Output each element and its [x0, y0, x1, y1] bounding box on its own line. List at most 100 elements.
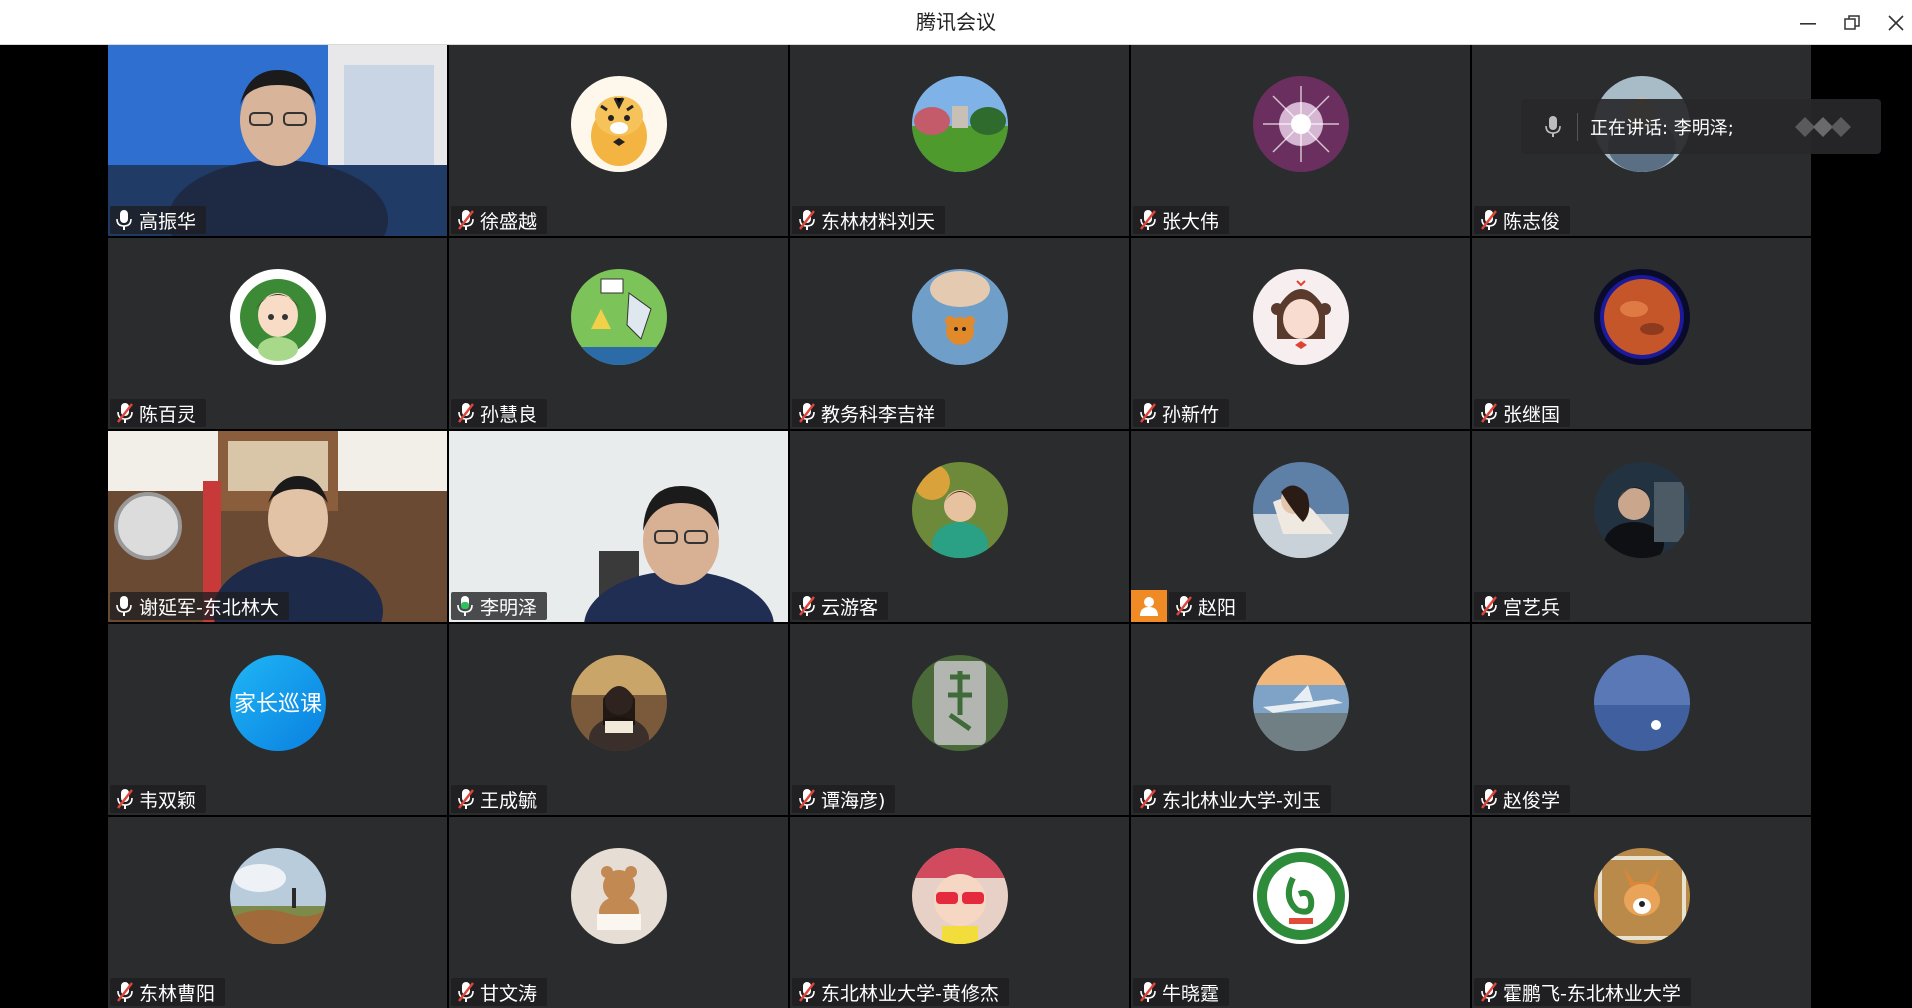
- name-tag: 赵阳: [1169, 592, 1247, 620]
- name-tag: 张大伟: [1133, 206, 1230, 234]
- microphone-muted-icon: [457, 788, 475, 810]
- cartoon-ok-avatar: [570, 269, 667, 365]
- photo-avatar: [1252, 462, 1349, 558]
- microphone-muted-icon: [116, 402, 134, 424]
- close-icon: [1888, 14, 1904, 31]
- user-icon: [1131, 590, 1167, 622]
- close-button[interactable]: [1874, 0, 1912, 45]
- name-tag: 陈百灵: [110, 399, 207, 427]
- participant-tile[interactable]: 宫艺兵: [1472, 431, 1811, 622]
- name-tag: 赵俊学: [1474, 785, 1571, 813]
- microphone-muted-icon: [1139, 402, 1157, 424]
- participant-tile[interactable]: 张大伟: [1131, 45, 1470, 236]
- name-tag: 东林材料刘天: [792, 206, 946, 234]
- photo-avatar: [911, 462, 1008, 558]
- participant-tile[interactable]: 霍鹏飞-东北林业大学: [1472, 817, 1811, 1008]
- microphone-muted-icon: [798, 981, 816, 1003]
- participant-tile-speaking[interactable]: 李明泽: [449, 431, 788, 622]
- participant-tile[interactable]: 甘文涛: [449, 817, 788, 1008]
- participant-tile[interactable]: 赵俊学: [1472, 624, 1811, 815]
- participant-tile[interactable]: 谭海彦): [790, 624, 1129, 815]
- microphone-muted-icon: [457, 981, 475, 1003]
- name-tag: 东北林业大学-刘玉: [1133, 785, 1331, 813]
- microphone-muted-icon: [457, 209, 475, 231]
- microphone-muted-icon: [798, 209, 816, 231]
- participant-tile[interactable]: 云游客: [790, 431, 1129, 622]
- participant-tile[interactable]: 家长巡课 韦双颖: [108, 624, 447, 815]
- school-emblem-avatar: [1252, 848, 1349, 944]
- restore-button[interactable]: [1830, 0, 1874, 45]
- microphone-muted-icon: [798, 788, 816, 810]
- tiger-cartoon-avatar: [570, 76, 667, 172]
- name-tag: 韦双颖: [110, 785, 207, 813]
- title-bar: 腾讯会议: [0, 0, 1912, 45]
- window-title: 腾讯会议: [916, 10, 996, 34]
- name-tag: 云游客: [792, 592, 889, 620]
- microphone-muted-icon: [1139, 788, 1157, 810]
- landscape-avatar: [229, 848, 326, 944]
- reading-woman-avatar: [570, 655, 667, 751]
- cartoon-girl-avatar: [229, 269, 326, 365]
- microphone-muted-icon: [1480, 981, 1498, 1003]
- microphone-icon: [116, 595, 134, 617]
- airplane-sunset-avatar: [1252, 655, 1349, 751]
- meeting-stage: 高振华 徐盛越 东林材料刘天 张大伟 陈志俊 陈百灵 孙慧良 教务科李吉祥 孙新…: [0, 45, 1912, 1008]
- participant-tile[interactable]: 谢延军-东北林大: [108, 431, 447, 622]
- participant-tile[interactable]: 徐盛越: [449, 45, 788, 236]
- name-tag: 甘文涛: [451, 978, 548, 1006]
- microphone-icon: [116, 209, 134, 231]
- restore-icon: [1844, 14, 1860, 30]
- participant-tile[interactable]: 张继国: [1472, 238, 1811, 429]
- name-tag: 东林曹阳: [110, 978, 226, 1006]
- participant-tile[interactable]: 东北林业大学-黄修杰: [790, 817, 1129, 1008]
- participant-tile[interactable]: 王成毓: [449, 624, 788, 815]
- divider: [1577, 112, 1578, 141]
- name-tag: 张继国: [1474, 399, 1571, 427]
- microphone-muted-icon: [1480, 209, 1498, 231]
- name-tag: 徐盛越: [451, 206, 548, 234]
- microphone-icon: [1535, 115, 1571, 139]
- microphone-muted-icon: [1139, 981, 1157, 1003]
- participant-tile[interactable]: 孙慧良: [449, 238, 788, 429]
- name-tag: 孙新竹: [1133, 399, 1230, 427]
- child-sunglasses-avatar: [911, 848, 1008, 944]
- tencent-meeting-logo-icon: [1791, 113, 1863, 145]
- participant-grid: 高振华 徐盛越 东林材料刘天 张大伟 陈志俊 陈百灵 孙慧良 教务科李吉祥 孙新…: [108, 45, 1811, 1008]
- bear-sweater-avatar: [911, 269, 1008, 365]
- participant-tile[interactable]: 牛晓霆: [1131, 817, 1470, 1008]
- parent-inspection-avatar: 家长巡课: [229, 655, 326, 751]
- name-tag: 谢延军-东北林大: [110, 592, 289, 620]
- name-tag: 东北林业大学-黄修杰: [792, 978, 1009, 1006]
- participant-tile[interactable]: 东林曹阳: [108, 817, 447, 1008]
- speaking-indicator: 正在讲话: 李明泽;: [1521, 99, 1881, 154]
- microphone-muted-icon: [1139, 209, 1157, 231]
- svg-text:家长巡课: 家长巡课: [233, 692, 321, 717]
- name-tag: 孙慧良: [451, 399, 548, 427]
- participant-tile[interactable]: 东林材料刘天: [790, 45, 1129, 236]
- stone-carving-avatar: [911, 655, 1008, 751]
- microphone-muted-icon: [1480, 402, 1498, 424]
- name-tag: 王成毓: [451, 785, 548, 813]
- name-tag: 霍鹏飞-东北林业大学: [1474, 978, 1691, 1006]
- microphone-muted-icon: [798, 402, 816, 424]
- participant-tile[interactable]: 东北林业大学-刘玉: [1131, 624, 1470, 815]
- teddy-bear-avatar: [570, 848, 667, 944]
- microphone-muted-icon: [1175, 595, 1193, 617]
- participant-tile[interactable]: 赵阳: [1131, 431, 1470, 622]
- participant-tile[interactable]: 高振华: [108, 45, 447, 236]
- name-tag: 教务科李吉祥: [792, 399, 946, 427]
- campus-photo-avatar: [911, 76, 1008, 172]
- participant-tile[interactable]: 教务科李吉祥: [790, 238, 1129, 429]
- minimize-button[interactable]: [1786, 0, 1830, 45]
- participant-tile[interactable]: 孙新竹: [1131, 238, 1470, 429]
- moon-sky-avatar: [1593, 655, 1690, 751]
- planet-mars-avatar: [1593, 269, 1690, 365]
- microphone-muted-icon: [1480, 595, 1498, 617]
- microphone-muted-icon: [798, 595, 816, 617]
- microphone-muted-icon: [457, 402, 475, 424]
- microphone-muted-icon: [116, 788, 134, 810]
- participant-tile[interactable]: 陈百灵: [108, 238, 447, 429]
- minimize-icon: [1800, 22, 1816, 25]
- name-tag: 牛晓霆: [1133, 978, 1230, 1006]
- microphone-active-icon: [457, 595, 475, 617]
